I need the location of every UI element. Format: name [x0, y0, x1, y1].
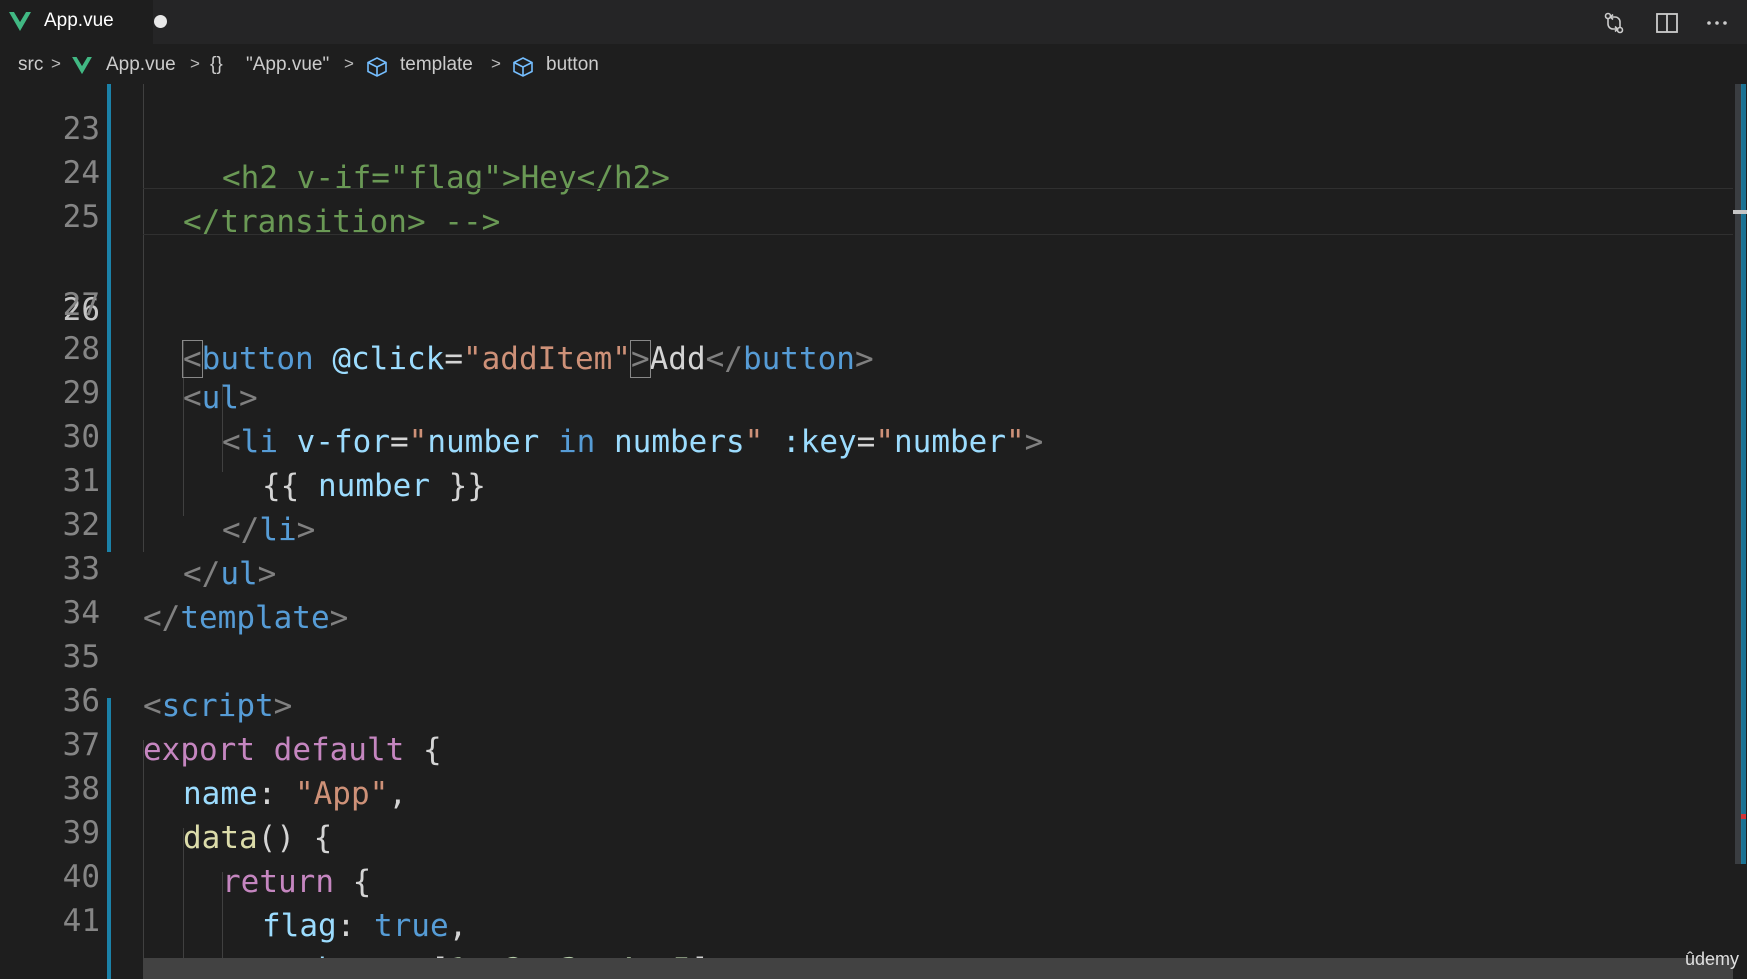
- current-line-highlight: [143, 188, 1733, 235]
- overview-ruler-modified: [1741, 84, 1746, 864]
- breadcrumb-src[interactable]: src: [18, 54, 43, 76]
- source-control-compare-icon[interactable]: [1601, 10, 1627, 36]
- code-editor[interactable]: 23 <h2 v-if="flag">Hey</h2> 24 </transit…: [0, 84, 1747, 979]
- tab-app-vue[interactable]: App.vue: [0, 0, 153, 44]
- vue-icon: [72, 57, 92, 75]
- code-line[interactable]: 39 return {: [0, 760, 1747, 900]
- code-line[interactable]: 32 </ul>: [0, 452, 1747, 592]
- tab-label: App.vue: [44, 10, 114, 31]
- chevron-right-icon: >: [344, 54, 354, 73]
- tab-bar: App.vue: [0, 0, 1747, 44]
- unsaved-dot-icon[interactable]: [154, 15, 167, 28]
- code-line-current[interactable]: 26 <button @click="addItem">Add</button>: [0, 188, 1747, 378]
- overview-ruler-cursor: [1733, 210, 1747, 214]
- code-line[interactable]: 30 {{ number }}: [0, 364, 1747, 504]
- code-line[interactable]: 34: [0, 540, 1747, 631]
- chevron-right-icon: >: [190, 54, 200, 73]
- code-line[interactable]: 27: [0, 232, 1747, 323]
- code-line[interactable]: 29 <li v-for="number in numbers" :key="n…: [0, 320, 1747, 460]
- breadcrumb-template[interactable]: template: [400, 54, 473, 76]
- cube-icon: [513, 57, 533, 77]
- chevron-right-icon: >: [491, 54, 501, 73]
- cube-icon: [367, 57, 387, 77]
- horizontal-scrollbar[interactable]: [143, 958, 1733, 979]
- code-line[interactable]: 24 </transition> -->: [0, 100, 1747, 240]
- breadcrumb-button[interactable]: button: [546, 54, 599, 76]
- code-line[interactable]: 37 name: "App",: [0, 672, 1747, 812]
- code-line[interactable]: 33 </template>: [0, 496, 1747, 636]
- code-line[interactable]: 40 flag: true,: [0, 804, 1747, 944]
- code-line[interactable]: 35 <script>: [0, 584, 1747, 724]
- vue-icon: [9, 12, 31, 31]
- breadcrumb: src > App.vue > {} "App.vue" > template …: [0, 44, 1747, 84]
- breadcrumb-component[interactable]: "App.vue": [246, 54, 329, 76]
- code-line[interactable]: 31 </li>: [0, 408, 1747, 548]
- code-line[interactable]: 36 export default {: [0, 628, 1747, 768]
- chevron-right-icon: >: [51, 54, 61, 73]
- code-line[interactable]: 28 <ul>: [0, 276, 1747, 416]
- udemy-watermark: ûdemy: [1684, 949, 1739, 969]
- editor-actions: [1587, 0, 1747, 44]
- code-line[interactable]: 41 numbers: [1, 2, 3, 4, 5],: [0, 848, 1747, 979]
- line-number: 41: [62, 903, 100, 939]
- braces-icon: {}: [210, 54, 223, 75]
- split-editor-icon[interactable]: [1654, 10, 1680, 36]
- more-actions-icon[interactable]: [1704, 10, 1730, 36]
- code-line[interactable]: 38 data() {: [0, 716, 1747, 856]
- code-text: flag: true,: [262, 908, 468, 944]
- vertical-scrollbar[interactable]: [1733, 84, 1747, 979]
- overview-ruler-error: [1741, 814, 1746, 819]
- breadcrumb-file[interactable]: App.vue: [106, 54, 176, 76]
- code-line[interactable]: 25: [0, 144, 1747, 235]
